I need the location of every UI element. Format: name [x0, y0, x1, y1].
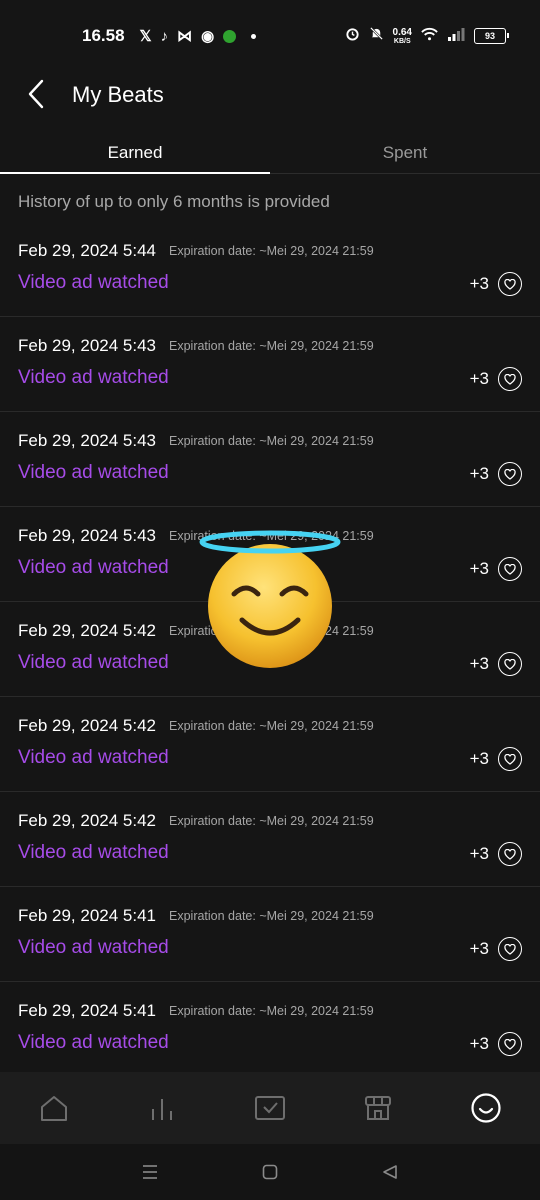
history-note: History of up to only 6 months is provid… — [18, 192, 330, 211]
entry-expiration: Expiration date: ~Mei 29, 2024 21:59 — [169, 909, 374, 923]
list-item: Feb 29, 2024 5:41 Expiration date: ~Mei … — [0, 887, 540, 982]
entry-expiration: Expiration date: ~Mei 29, 2024 21:59 — [169, 434, 374, 448]
entry-amount: +3 — [469, 559, 489, 578]
list-item: Feb 29, 2024 5:41 Expiration date: ~Mei … — [0, 982, 540, 1077]
heart-icon — [498, 842, 522, 866]
heart-icon — [498, 1032, 522, 1056]
entry-description: Video ad watched — [18, 462, 169, 483]
entry-description: Video ad watched — [18, 557, 169, 578]
entry-amount: +3 — [469, 369, 489, 388]
entry-amount: +3 — [469, 1034, 489, 1053]
square-icon — [262, 1164, 278, 1180]
entry-date: Feb 29, 2024 5:43 — [18, 526, 157, 545]
status-left: 16.58 𝕏 ♪ ⋈ ◉ — [82, 26, 257, 46]
entry-expiration: Expiration date: ~Mei 29, 2024 21:59 — [169, 244, 374, 258]
tiktok-icon: ♪ — [160, 27, 169, 45]
halo-smiley-emoji-icon — [199, 530, 341, 668]
status-right: 0.64 KB/S 93 — [345, 26, 509, 46]
charts-icon — [152, 1099, 172, 1120]
entry-description: Video ad watched — [18, 367, 169, 388]
app-icon: ◉ — [201, 27, 215, 45]
entry-description: Video ad watched — [18, 937, 169, 958]
profile-icon — [471, 1093, 501, 1123]
tab-active-indicator — [0, 172, 270, 174]
header: My Beats — [0, 72, 540, 118]
entry-amount: +3 — [469, 844, 489, 863]
entry-date: Feb 29, 2024 5:44 — [18, 241, 157, 260]
net-speed: 0.64 KB/S — [392, 26, 412, 45]
nav-profile[interactable] — [456, 1083, 516, 1133]
bottom-nav — [0, 1072, 540, 1144]
chevron-left-icon — [28, 79, 44, 109]
back-button[interactable] — [14, 72, 58, 116]
alarm-icon — [345, 26, 360, 46]
entry-description: Video ad watched — [18, 652, 169, 673]
tab-earned[interactable]: Earned — [0, 130, 270, 176]
entry-date: Feb 29, 2024 5:42 — [18, 811, 157, 830]
list-item: Feb 29, 2024 5:44 Expiration date: ~Mei … — [0, 222, 540, 317]
entry-expiration: Expiration date: ~Mei 29, 2024 21:59 — [169, 719, 374, 733]
entry-description: Video ad watched — [18, 747, 169, 768]
entry-description: Video ad watched — [18, 272, 169, 293]
nav-store[interactable] — [348, 1083, 408, 1133]
mute-icon — [369, 26, 384, 46]
list-item: Feb 29, 2024 5:42 Expiration date: ~Mei … — [0, 792, 540, 887]
nav-library[interactable] — [240, 1083, 300, 1133]
list-item: Feb 29, 2024 5:43 Expiration date: ~Mei … — [0, 317, 540, 412]
system-nav-bar — [0, 1144, 540, 1200]
heart-icon — [498, 272, 522, 296]
entry-amount: +3 — [469, 464, 489, 483]
list-item: Feb 29, 2024 5:43 Expiration date: ~Mei … — [0, 412, 540, 507]
green-app-icon — [223, 29, 237, 43]
entry-date: Feb 29, 2024 5:43 — [18, 431, 157, 450]
entry-date: Feb 29, 2024 5:42 — [18, 621, 157, 640]
heart-icon — [498, 652, 522, 676]
home-icon — [41, 1096, 67, 1121]
entry-description: Video ad watched — [18, 842, 169, 863]
wifi-icon — [421, 27, 438, 46]
entry-date: Feb 29, 2024 5:41 — [18, 906, 157, 925]
list-item: Feb 29, 2024 5:42 Expiration date: ~Mei … — [0, 697, 540, 792]
triangle-back-icon — [383, 1165, 397, 1179]
nav-charts[interactable] — [132, 1083, 192, 1133]
recents-button[interactable] — [130, 1152, 170, 1192]
status-time: 16.58 — [82, 26, 125, 45]
library-icon — [255, 1096, 285, 1120]
store-icon — [365, 1096, 391, 1120]
home-button[interactable] — [250, 1152, 290, 1192]
entry-expiration: Expiration date: ~Mei 29, 2024 21:59 — [169, 1004, 374, 1018]
heart-icon — [498, 937, 522, 961]
back-system-button[interactable] — [370, 1152, 410, 1192]
entry-description: Video ad watched — [18, 1032, 169, 1053]
entry-date: Feb 29, 2024 5:41 — [18, 1001, 157, 1020]
heart-icon — [498, 557, 522, 581]
dot-icon — [251, 33, 257, 39]
heart-icon — [498, 747, 522, 771]
entry-date: Feb 29, 2024 5:42 — [18, 716, 157, 735]
entry-expiration: Expiration date: ~Mei 29, 2024 21:59 — [169, 814, 374, 828]
entry-date: Feb 29, 2024 5:43 — [18, 336, 157, 355]
nav-home[interactable] — [24, 1083, 84, 1133]
entry-amount: +3 — [469, 274, 489, 293]
status-bar: 16.58 𝕏 ♪ ⋈ ◉ 0.64 KB/S 93 — [0, 0, 540, 72]
battery-icon: 93 — [474, 28, 509, 44]
heart-icon — [498, 367, 522, 391]
tab-bar: Earned Spent — [0, 130, 540, 176]
capcut-icon: ⋈ — [177, 27, 193, 45]
entry-amount: +3 — [469, 749, 489, 768]
entry-expiration: Expiration date: ~Mei 29, 2024 21:59 — [169, 339, 374, 353]
x-icon: 𝕏 — [139, 27, 152, 45]
menu-icon — [143, 1165, 157, 1179]
entry-amount: +3 — [469, 654, 489, 673]
signal-icon — [447, 27, 465, 46]
page-title: My Beats — [72, 82, 164, 107]
entry-amount: +3 — [469, 939, 489, 958]
tab-spent[interactable]: Spent — [270, 130, 540, 176]
heart-icon — [498, 462, 522, 486]
